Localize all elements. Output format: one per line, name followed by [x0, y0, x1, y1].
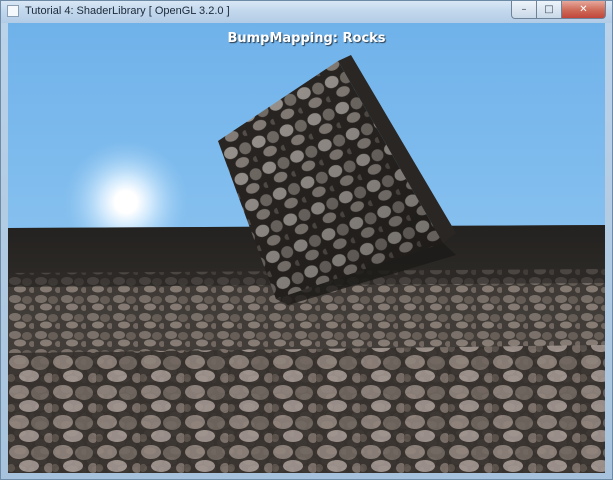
app-window: Tutorial 4: ShaderLibrary [ OpenGL 3.2.0… — [0, 0, 613, 480]
close-button[interactable]: ✕ — [562, 1, 606, 19]
caption-buttons: – □ ✕ — [511, 1, 606, 19]
title-bar[interactable]: Tutorial 4: ShaderLibrary [ OpenGL 3.2.0… — [1, 1, 612, 23]
window-title: Tutorial 4: ShaderLibrary [ OpenGL 3.2.0… — [25, 5, 230, 17]
app-icon — [7, 5, 19, 17]
minimize-button[interactable]: – — [511, 1, 537, 19]
maximize-button[interactable]: □ — [537, 1, 562, 19]
opengl-viewport[interactable]: BumpMapping: Rocks — [8, 23, 605, 473]
scene-title: BumpMapping: Rocks — [227, 31, 386, 46]
rendered-scene — [8, 23, 605, 473]
